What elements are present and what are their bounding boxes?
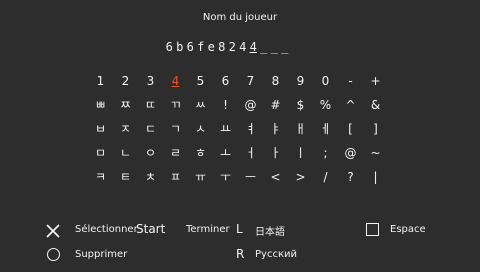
name-char: _ xyxy=(281,40,289,54)
keyboard-key-selected[interactable]: 4 xyxy=(163,73,188,89)
l-button-label[interactable]: L xyxy=(236,222,243,236)
screen-title: Nom du joueur xyxy=(202,12,278,23)
keyboard-key[interactable]: + xyxy=(363,73,388,89)
keyboard-key[interactable]: 5 xyxy=(188,73,213,89)
keyboard-key[interactable]: ㅅ xyxy=(188,121,213,137)
keyboard-key[interactable]: ㅍ xyxy=(163,169,188,185)
keyboard-key[interactable]: ㅕ xyxy=(238,121,263,137)
keyboard-key[interactable]: 0 xyxy=(313,73,338,89)
name-char: 6 xyxy=(165,40,173,54)
japanese-layout-label[interactable]: 日本語 xyxy=(255,223,285,238)
keyboard-row: ㅁㄴㅇㄹㅎㅗㅓㅏㅣ; @ ~ xyxy=(88,141,388,165)
name-char: b xyxy=(176,40,184,54)
keyboard-key[interactable]: ㅑ xyxy=(263,121,288,137)
keyboard-key[interactable]: ㅡ xyxy=(238,169,263,185)
keyboard-key[interactable]: ㄱ xyxy=(163,121,188,137)
keyboard-key[interactable]: @ xyxy=(238,97,263,113)
keyboard-key[interactable]: 2 xyxy=(113,73,138,89)
start-button-label[interactable]: Start xyxy=(136,222,165,236)
finish-label[interactable]: Terminer xyxy=(186,224,230,235)
keyboard-key[interactable]: [ xyxy=(338,121,363,137)
keyboard-key[interactable]: ㅔ xyxy=(313,121,338,137)
keyboard-key[interactable]: & xyxy=(363,97,388,113)
keyboard-key[interactable]: 6 xyxy=(213,73,238,89)
keyboard-key[interactable]: ㅐ xyxy=(288,121,313,137)
keyboard-key[interactable]: - xyxy=(338,73,363,89)
keyboard-key[interactable]: ㅠ xyxy=(188,169,213,185)
keyboard-key[interactable]: $ xyxy=(288,97,313,113)
on-screen-keyboard: 1 2 3 4 5 6 7 8 9 0- + ㅃㅉㄸㄲㅆ! @ # $% ^ & ㅂㅈㄷㄱㅅㅛㅕㅑㅐㅔ[] ㅁㄴㅇㄹ… xyxy=(88,69,388,189)
delete-label[interactable]: Supprimer xyxy=(75,249,127,260)
keyboard-key[interactable]: ㄹ xyxy=(163,145,188,161)
keyboard-key[interactable]: ㅈ xyxy=(113,121,138,137)
name-char: _ xyxy=(270,40,278,54)
keyboard-row: ㅂㅈㄷㄱㅅㅛㅕㅑㅐㅔ[] xyxy=(88,117,388,141)
name-char: e xyxy=(207,40,215,54)
keyboard-key[interactable]: 9 xyxy=(288,73,313,89)
keyboard-key[interactable]: ㅁ xyxy=(88,145,113,161)
keyboard-key[interactable]: % xyxy=(313,97,338,113)
keyboard-key[interactable]: 3 xyxy=(138,73,163,89)
keyboard-key[interactable]: | xyxy=(363,169,388,185)
space-label[interactable]: Espace xyxy=(390,224,426,235)
keyboard-key[interactable]: ㅋ xyxy=(88,169,113,185)
name-char: 4 xyxy=(239,40,247,54)
name-char: 8 xyxy=(218,40,226,54)
keyboard-key[interactable]: ; xyxy=(313,145,338,161)
keyboard-row: ㅋㅌㅊㅍㅠㅜㅡ < > /? | xyxy=(88,165,388,189)
keyboard-key[interactable]: ㄷ xyxy=(138,121,163,137)
keyboard-key[interactable]: ㅆ xyxy=(188,97,213,113)
circle-button-icon xyxy=(47,248,60,261)
keyboard-key[interactable]: ㅂ xyxy=(88,121,113,137)
keyboard-key[interactable]: > xyxy=(288,169,313,185)
player-name-field[interactable]: 6 b 6 f e 8 2 4 4 _ _ _ xyxy=(164,40,290,54)
keyboard-key[interactable]: @ xyxy=(338,145,363,161)
keyboard-key[interactable]: ㄲ xyxy=(163,97,188,113)
cross-button-icon xyxy=(46,223,60,242)
keyboard-key[interactable]: ㅊ xyxy=(138,169,163,185)
keyboard-key[interactable]: ㅎ xyxy=(188,145,213,161)
keyboard-key[interactable]: 8 xyxy=(263,73,288,89)
keyboard-row: ㅃㅉㄸㄲㅆ! @ # $% ^ & xyxy=(88,93,388,117)
keyboard-key[interactable]: ㅌ xyxy=(113,169,138,185)
keyboard-key[interactable]: ㅓ xyxy=(238,145,263,161)
keyboard-key[interactable]: ] xyxy=(363,121,388,137)
keyboard-key[interactable]: / xyxy=(313,169,338,185)
keyboard-key[interactable]: ! xyxy=(213,97,238,113)
name-char: 6 xyxy=(186,40,194,54)
keyboard-key[interactable]: ㅛ xyxy=(213,121,238,137)
keyboard-row: 1 2 3 4 5 6 7 8 9 0- + xyxy=(88,69,388,93)
keyboard-key[interactable]: ? xyxy=(338,169,363,185)
keyboard-key[interactable]: ㅏ xyxy=(263,145,288,161)
keyboard-key[interactable]: ㄴ xyxy=(113,145,138,161)
keyboard-key[interactable]: ㅉ xyxy=(113,97,138,113)
keyboard-key[interactable]: ㅜ xyxy=(213,169,238,185)
name-char: _ xyxy=(260,40,268,54)
select-label: Sélectionner xyxy=(75,224,138,235)
russian-layout-label[interactable]: Русский xyxy=(255,249,297,260)
keyboard-key[interactable]: ~ xyxy=(363,145,388,161)
name-char: 4 xyxy=(249,40,257,54)
square-button-icon xyxy=(366,223,379,236)
r-button-label[interactable]: R xyxy=(236,247,244,261)
keyboard-key[interactable]: ㅇ xyxy=(138,145,163,161)
keyboard-key[interactable]: # xyxy=(263,97,288,113)
keyboard-key[interactable]: < xyxy=(263,169,288,185)
keyboard-key[interactable]: ^ xyxy=(338,97,363,113)
keyboard-key[interactable]: ㅣ xyxy=(288,145,313,161)
keyboard-key[interactable]: 7 xyxy=(238,73,263,89)
keyboard-key[interactable]: 1 xyxy=(88,73,113,89)
keyboard-key[interactable]: ㄸ xyxy=(138,97,163,113)
name-char: f xyxy=(197,40,205,54)
keyboard-key[interactable]: ㅗ xyxy=(213,145,238,161)
name-char: 2 xyxy=(228,40,236,54)
keyboard-key[interactable]: ㅃ xyxy=(88,97,113,113)
